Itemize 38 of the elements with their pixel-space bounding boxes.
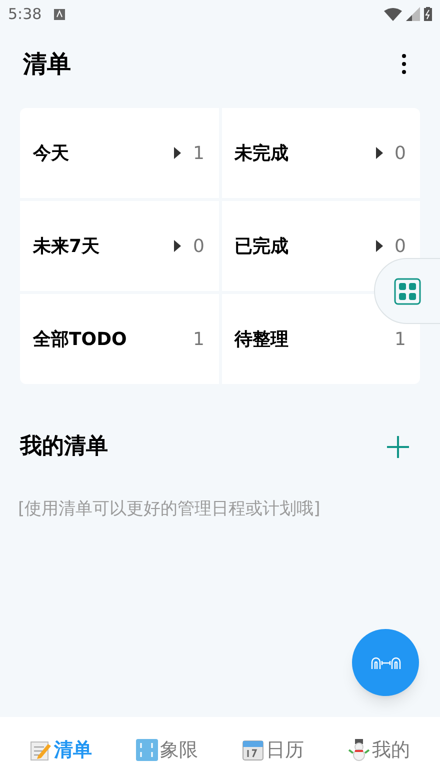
nav-tab[interactable]: 日历 (242, 736, 304, 764)
calendar-icon (242, 739, 264, 761)
tile-label: 未完成 (234, 142, 288, 166)
arches-icon (370, 656, 400, 668)
list-tile[interactable]: 未完成 0 (222, 108, 420, 198)
tile-count: 0 (394, 142, 406, 166)
grid-icon (394, 278, 421, 304)
tile-count: 1 (193, 142, 204, 166)
empty-hint: [使用清单可以更好的管理日程或计划哦] (17, 498, 322, 521)
notepad-pencil-icon (30, 739, 52, 761)
number-grid-icon (136, 739, 158, 761)
plus-icon (386, 434, 410, 458)
nav-tab[interactable]: 象限 (136, 736, 198, 764)
tile-label: 待整理 (234, 328, 288, 352)
tile-count: 0 (394, 234, 406, 258)
tile-label: 已完成 (234, 234, 288, 258)
list-tile[interactable]: 未来7天 0 (20, 201, 218, 291)
nav-tab[interactable]: 我的 (348, 736, 410, 764)
tile-label: 全部TODO (33, 328, 127, 352)
signal-icon (406, 7, 420, 21)
wifi-icon (384, 8, 402, 20)
battery-icon (424, 7, 432, 21)
list-tile[interactable]: 待整理 1 (222, 294, 420, 384)
add-button[interactable] (386, 434, 410, 458)
snowman-icon (348, 739, 370, 761)
tile-count: 1 (193, 328, 204, 352)
list-tile[interactable]: 今天 1 (20, 108, 218, 198)
section-title: 我的清单 (20, 433, 108, 461)
tile-label: 未来7天 (33, 234, 100, 258)
tile-label: 今天 (33, 142, 69, 166)
list-tile[interactable]: 已完成 0 (222, 201, 420, 291)
list-tile[interactable]: 全部TODO 1 (20, 294, 218, 384)
floating-side-menu[interactable] (374, 258, 440, 324)
keyboard-notification-icon (54, 8, 65, 20)
page-title: 清单 (23, 49, 71, 80)
tile-count: 0 (193, 234, 204, 258)
tile-count: 1 (394, 328, 406, 352)
status-time: 5:38 (8, 4, 42, 25)
